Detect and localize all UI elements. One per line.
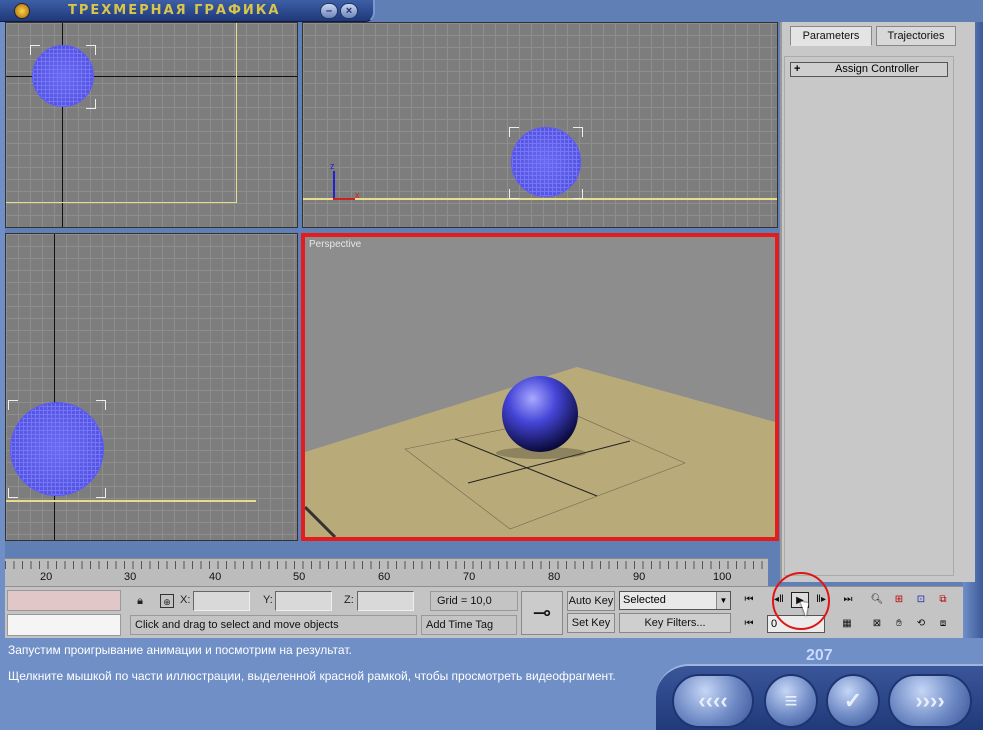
check-icon[interactable]: ✓ bbox=[826, 674, 880, 728]
title-bar: ТРЕХМЕРНАЯ ГРАФИКА – × bbox=[0, 0, 375, 22]
selection-corner bbox=[30, 45, 40, 55]
instruction-line-2: Щелкните мышкой по части иллюстрации, вы… bbox=[8, 669, 616, 683]
set-key-button[interactable]: Set Key bbox=[567, 613, 615, 633]
app-window: ТРЕХМЕРНАЯ ГРАФИКА – × z x Perspective P… bbox=[0, 0, 983, 730]
selection-corner bbox=[96, 488, 106, 498]
close-icon[interactable]: × bbox=[340, 3, 358, 19]
selection-corner bbox=[86, 45, 96, 55]
axis-z-line bbox=[333, 171, 335, 199]
selection-corner bbox=[509, 127, 519, 137]
page-number: 207 bbox=[806, 647, 833, 664]
tick-label: 60 bbox=[378, 571, 391, 583]
minimize-icon[interactable]: – bbox=[320, 3, 338, 19]
ground-plane-outline bbox=[303, 198, 777, 200]
lock-icon[interactable]: 🔒︎ bbox=[133, 594, 147, 608]
key-filters-button[interactable]: Key Filters... bbox=[619, 613, 731, 633]
tick-label: 90 bbox=[633, 571, 646, 583]
go-to-start-icon[interactable]: ⏮ bbox=[740, 592, 758, 608]
grid-size-readout: Grid = 10,0 bbox=[430, 591, 518, 611]
axis-x-line bbox=[333, 198, 355, 200]
region-zoom-icon[interactable]: ⊠ bbox=[868, 616, 886, 632]
absolute-mode-icon[interactable]: ⊕ bbox=[160, 594, 174, 608]
zoom-extents-icon[interactable]: ⊡ bbox=[912, 592, 930, 608]
go-to-end-icon[interactable]: ⏭ bbox=[839, 592, 857, 608]
rollout-area bbox=[784, 56, 954, 576]
window-title: ТРЕХМЕРНАЯ ГРАФИКА bbox=[68, 3, 281, 18]
sphere-object[interactable] bbox=[10, 402, 104, 496]
selection-corner bbox=[509, 189, 519, 199]
sphere-object[interactable] bbox=[502, 376, 578, 452]
forward-icon[interactable]: ›››› bbox=[888, 674, 972, 728]
tab-parameters[interactable]: Parameters bbox=[790, 26, 872, 46]
viewport-left[interactable] bbox=[5, 233, 298, 541]
tick-label: 80 bbox=[548, 571, 561, 583]
tick-label: 20 bbox=[40, 571, 53, 583]
auto-key-button[interactable]: Auto Key bbox=[567, 591, 615, 611]
x-coordinate-field[interactable] bbox=[193, 591, 250, 611]
status-prompt: Click and drag to select and move object… bbox=[130, 615, 417, 635]
timeline-ruler[interactable]: 20 30 40 50 60 70 80 90 100 bbox=[5, 558, 768, 586]
tutorial-info-panel: Запустим проигрывание анимации и посмотр… bbox=[0, 638, 983, 730]
zoom-icon[interactable]: 🔍︎ bbox=[868, 592, 886, 608]
x-label: X: bbox=[180, 594, 191, 606]
y-coordinate-field[interactable] bbox=[275, 591, 332, 611]
key-icon[interactable]: ⊸ bbox=[521, 591, 563, 635]
perspective-scene bbox=[305, 367, 775, 537]
sphere-object[interactable] bbox=[32, 45, 94, 107]
sphere-object[interactable] bbox=[511, 127, 581, 197]
add-time-tag-button[interactable]: Add Time Tag bbox=[421, 615, 517, 635]
tab-trajectories[interactable]: Trajectories bbox=[876, 26, 956, 46]
viewport-perspective[interactable]: Perspective bbox=[301, 233, 779, 541]
selection-corner bbox=[573, 127, 583, 137]
selection-set-dropdown[interactable]: Selected ▼ bbox=[619, 591, 731, 610]
back-icon[interactable]: ‹‹‹‹ bbox=[672, 674, 754, 728]
selection-corner bbox=[96, 400, 106, 410]
axis-z-label: z bbox=[330, 161, 335, 171]
selection-corner bbox=[86, 99, 96, 109]
selection-corner bbox=[8, 400, 18, 410]
selection-corner bbox=[573, 189, 583, 199]
tick-label: 50 bbox=[293, 571, 306, 583]
maxscript-listener-field[interactable] bbox=[7, 590, 121, 611]
maxscript-input-field[interactable] bbox=[7, 614, 121, 636]
viewport-front[interactable]: z x bbox=[302, 22, 778, 228]
command-panel: Parameters Trajectories + Assign Control… bbox=[780, 22, 975, 582]
zoom-all-icon[interactable]: ⊞ bbox=[890, 592, 908, 608]
tick-label: 40 bbox=[209, 571, 222, 583]
zoom-extents-all-icon[interactable]: ⧉ bbox=[934, 592, 952, 608]
time-configuration-icon[interactable]: ▦ bbox=[838, 616, 856, 632]
axis-x-label: x bbox=[355, 190, 360, 200]
arc-rotate-icon[interactable]: ⟲ bbox=[912, 616, 930, 632]
maximize-viewport-icon[interactable]: ⧈ bbox=[934, 616, 952, 632]
tick-label: 100 bbox=[713, 571, 732, 583]
app-logo-icon bbox=[14, 3, 30, 19]
tick-label: 30 bbox=[124, 571, 137, 583]
instruction-line-1: Запустим проигрывание анимации и посмотр… bbox=[8, 643, 352, 657]
viewport-top[interactable] bbox=[5, 22, 298, 228]
tick-label: 70 bbox=[463, 571, 476, 583]
pan-icon[interactable]: ✋︎ bbox=[890, 616, 908, 632]
selection-set-value: Selected bbox=[623, 594, 666, 606]
z-label: Z: bbox=[344, 594, 354, 606]
selection-corner bbox=[8, 488, 18, 498]
navigation-bar: ‹‹‹‹ ≡ ✓ ›››› bbox=[656, 664, 983, 730]
y-label: Y: bbox=[263, 594, 273, 606]
contents-icon[interactable]: ≡ bbox=[764, 674, 818, 728]
z-coordinate-field[interactable] bbox=[357, 591, 414, 611]
key-mode-toggle-icon[interactable]: ⏮ bbox=[740, 616, 758, 632]
chevron-down-icon[interactable]: ▼ bbox=[716, 592, 730, 609]
ground-plane-outline bbox=[6, 500, 256, 502]
